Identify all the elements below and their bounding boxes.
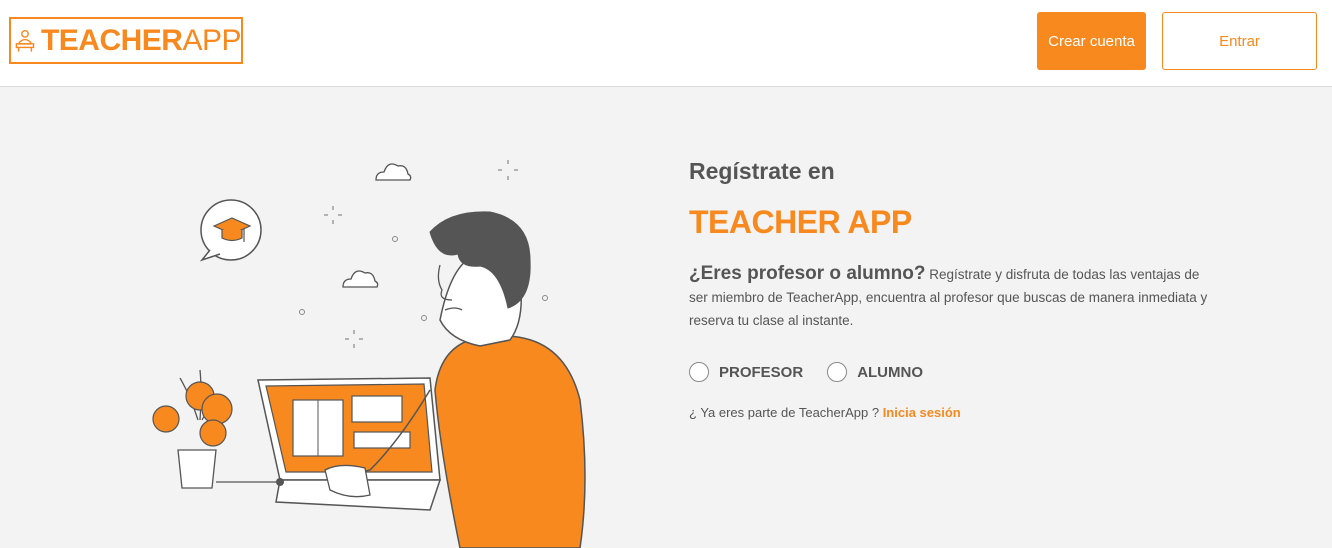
top-header: TEACHER APP Crear cuenta Entrar <box>0 0 1332 87</box>
create-account-button[interactable]: Crear cuenta <box>1037 12 1146 70</box>
radio-label-alumno[interactable]: ALUMNO <box>857 364 923 381</box>
teacher-desk-icon <box>15 29 35 52</box>
cloud-icon <box>375 163 412 181</box>
logo-text-bold: TEACHER <box>40 23 183 57</box>
student-laptop-illustration <box>152 160 586 548</box>
login-button[interactable]: Entrar <box>1162 12 1317 70</box>
login-link[interactable]: Inicia sesión <box>883 405 961 420</box>
already-member-text: ¿ Ya eres parte de TeacherApp ? <box>689 405 883 420</box>
radio-profesor[interactable] <box>689 362 709 382</box>
cloud-icon <box>342 270 379 288</box>
already-member-line: ¿ Ya eres parte de TeacherApp ? Inicia s… <box>689 405 961 420</box>
description: ¿Eres profesor o alumno? Regístrate y di… <box>689 262 1209 332</box>
radio-label-profesor[interactable]: PROFESOR <box>719 364 803 381</box>
role-selector: PROFESOR ALUMNO <box>689 362 947 382</box>
graduation-cap-bubble-icon <box>199 199 262 262</box>
radio-alumno[interactable] <box>827 362 848 382</box>
teacherapp-logo[interactable]: TEACHER APP <box>9 17 243 64</box>
logo-text-light: APP <box>182 23 241 57</box>
app-title: TEACHER APP <box>689 204 912 240</box>
question-heading: ¿Eres profesor o alumno? <box>689 263 926 284</box>
register-title: Regístrate en <box>689 158 835 184</box>
